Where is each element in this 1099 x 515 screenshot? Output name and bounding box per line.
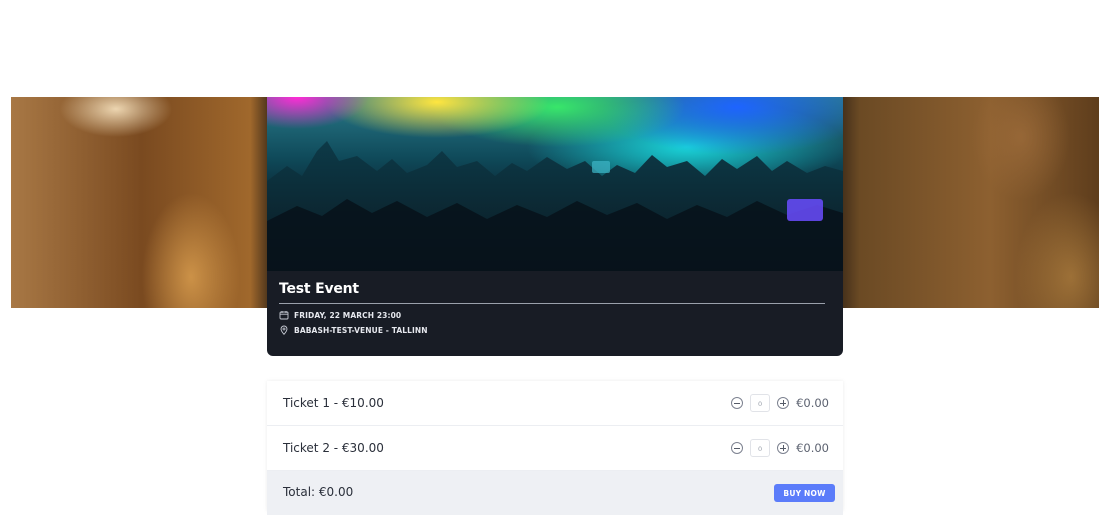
quantity-stepper: 0 €0.00 xyxy=(731,439,829,457)
ticket-name: Ticket 2 - €30.00 xyxy=(283,441,384,455)
ticket-name: Ticket 1 - €10.00 xyxy=(283,396,384,410)
ticket-line-total: €0.00 xyxy=(796,441,829,455)
event-venue: BABASH-TEST-VENUE - TALLINN xyxy=(294,325,428,335)
event-title: Test Event xyxy=(279,281,825,304)
event-info: Test Event FRIDAY, 22 MARCH 23:00 BABASH… xyxy=(279,281,825,335)
minus-circle-icon[interactable] xyxy=(731,442,744,454)
ticket-row: Ticket 1 - €10.00 0 €0.00 xyxy=(267,381,843,426)
event-image xyxy=(267,97,843,271)
order-total: Total: €0.00 xyxy=(283,485,354,499)
quantity-input[interactable]: 0 xyxy=(750,394,771,412)
minus-circle-icon[interactable] xyxy=(731,397,744,409)
order-summary: Total: €0.00 BUY NOW xyxy=(267,471,843,515)
ticket-row: Ticket 2 - €30.00 0 €0.00 xyxy=(267,426,843,471)
buy-now-button[interactable]: BUY NOW xyxy=(774,484,835,502)
event-date-row: FRIDAY, 22 MARCH 23:00 xyxy=(279,310,825,320)
quantity-input[interactable]: 0 xyxy=(750,439,771,457)
plus-circle-icon[interactable] xyxy=(777,442,790,454)
event-venue-row: BABASH-TEST-VENUE - TALLINN xyxy=(279,325,825,335)
crowd-silhouette xyxy=(267,141,843,271)
calendar-icon xyxy=(279,310,289,320)
plus-circle-icon[interactable] xyxy=(777,397,790,409)
event-card: Test Event FRIDAY, 22 MARCH 23:00 BABASH… xyxy=(267,97,843,356)
quantity-stepper: 0 €0.00 xyxy=(731,394,829,412)
ticket-list: Ticket 1 - €10.00 0 €0.00 Ticket 2 - €30… xyxy=(267,381,843,515)
location-pin-icon xyxy=(279,325,289,335)
event-date: FRIDAY, 22 MARCH 23:00 xyxy=(294,310,402,320)
ticket-line-total: €0.00 xyxy=(796,396,829,410)
